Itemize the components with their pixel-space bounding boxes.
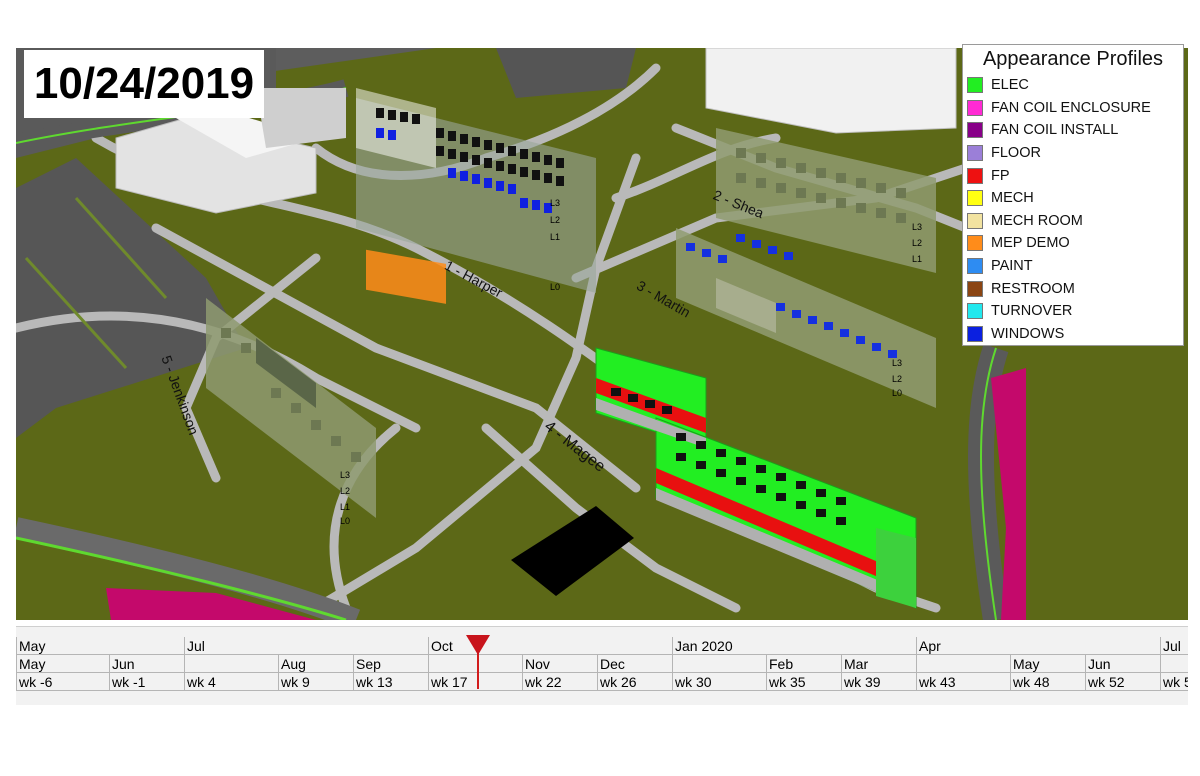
legend-swatch	[967, 280, 983, 297]
legend-label: PAINT	[991, 258, 1033, 275]
jenkinson-floor-label-3: L0	[340, 516, 350, 526]
current-date-marker-handle[interactable]	[466, 635, 490, 655]
current-date-display: 10/24/2019	[24, 50, 264, 118]
legend-label: FAN COIL ENCLOSURE	[991, 99, 1151, 116]
timeline-month-minor: May	[16, 655, 109, 672]
legend-list: ELEC FAN COIL ENCLOSURE FAN COIL INSTALL FL…	[967, 74, 1183, 345]
legend-item: MEP DEMO	[967, 232, 1183, 255]
timeline-week: wk 13	[353, 673, 428, 690]
legend-label: MEP DEMO	[991, 235, 1070, 252]
timeline-months-major-row: May Jul Oct Jan 2020 Apr Jul	[16, 637, 1188, 655]
legend-item: FAN COIL INSTALL	[967, 119, 1183, 142]
timeline-week: wk 4	[184, 673, 278, 690]
timeline-week: wk 30	[672, 673, 766, 690]
harper-floor-label-3: L0	[550, 282, 560, 292]
timeline-month-major: May	[16, 637, 184, 654]
legend-swatch	[967, 122, 983, 139]
martin-floor-label-1: L2	[892, 374, 902, 384]
timeline-months-minor-row: May Jun Aug Sep Nov Dec Feb Mar May Jun	[16, 655, 1188, 673]
harper-floor-label-1: L2	[550, 215, 560, 225]
timeline-month-major: Jan 2020	[672, 637, 916, 654]
timeline-month-major: Jul	[1160, 637, 1188, 654]
timeline-month-minor	[672, 655, 766, 672]
timeline-week: wk 43	[916, 673, 1010, 690]
timeline-weeks-row: wk -6 wk -1 wk 4 wk 9 wk 13 wk 17 wk 22 …	[16, 673, 1188, 691]
timeline-month-minor: Mar	[841, 655, 916, 672]
legend-swatch	[967, 99, 983, 116]
jenkinson-floor-label-2: L1	[340, 502, 350, 512]
timeline-month-minor: Feb	[766, 655, 841, 672]
legend-swatch	[967, 258, 983, 275]
legend-swatch	[967, 167, 983, 184]
schedule-timeline[interactable]: May Jul Oct Jan 2020 Apr Jul May Jun Aug…	[16, 626, 1188, 705]
legend-item: MECH ROOM	[967, 210, 1183, 233]
timeline-week: wk 17	[428, 673, 522, 690]
legend-item: ELEC	[967, 74, 1183, 97]
legend-item: TURNOVER	[967, 300, 1183, 323]
legend-item: RESTROOM	[967, 277, 1183, 300]
harper-floor-label-0: L3	[550, 198, 560, 208]
legend-swatch	[967, 303, 983, 320]
martin-floor-label-0: L3	[892, 358, 902, 368]
timeline-week: wk 35	[766, 673, 841, 690]
legend-item: WINDOWS	[967, 323, 1183, 346]
legend-label: RESTROOM	[991, 280, 1075, 297]
legend-swatch	[967, 77, 983, 94]
legend-label: MECH	[991, 190, 1034, 207]
timeline-month-minor: May	[1010, 655, 1085, 672]
timeline-month-major: Oct	[428, 637, 672, 654]
legend-swatch	[967, 325, 983, 342]
legend-title: Appearance Profiles	[982, 48, 1164, 70]
timeline-week: wk 39	[841, 673, 916, 690]
timeline-month-minor	[428, 655, 522, 672]
timeline-month-minor	[184, 655, 278, 672]
timeline-month-minor: Jun	[109, 655, 184, 672]
timeline-month-minor	[1160, 655, 1188, 672]
timeline-month-minor: Dec	[597, 655, 672, 672]
legend-label: MECH ROOM	[991, 212, 1083, 229]
jenkinson-floor-label-1: L2	[340, 486, 350, 496]
timeline-week: wk 52	[1085, 673, 1160, 690]
legend-label: FAN COIL INSTALL	[991, 122, 1119, 139]
timeline-month-minor: Jun	[1085, 655, 1160, 672]
legend-swatch	[967, 212, 983, 229]
timeline-week: wk 22	[522, 673, 597, 690]
timeline-week: wk 48	[1010, 673, 1085, 690]
legend-label: ELEC	[991, 77, 1029, 94]
timeline-month-minor	[916, 655, 1010, 672]
timeline-month-minor: Aug	[278, 655, 353, 672]
timeline-month-minor: Sep	[353, 655, 428, 672]
timeline-week: wk -1	[109, 673, 184, 690]
harper-floor-label-2: L1	[550, 232, 560, 242]
legend-label: WINDOWS	[991, 325, 1065, 342]
legend-label: FP	[991, 167, 1010, 184]
timeline-month-major: Apr	[916, 637, 1160, 654]
legend-item: FAN COIL ENCLOSURE	[967, 97, 1183, 120]
legend-swatch	[967, 235, 983, 252]
timeline-week: wk 26	[597, 673, 672, 690]
legend-item: PAINT	[967, 255, 1183, 278]
timeline-month-major: Jul	[184, 637, 428, 654]
legend-item: FP	[967, 164, 1183, 187]
legend-label: TURNOVER	[991, 303, 1073, 320]
legend-swatch	[967, 145, 983, 162]
shea-floor-label-0: L3	[912, 222, 922, 232]
martin-floor-label-3: L0	[892, 388, 902, 398]
legend-item: MECH	[967, 187, 1183, 210]
shea-floor-label-2: L1	[912, 254, 922, 264]
timeline-week: wk 9	[278, 673, 353, 690]
appearance-profiles-legend: Appearance Profiles ELEC FAN COIL ENCLOSU…	[962, 44, 1184, 346]
jenkinson-floor-label-0: L3	[340, 470, 350, 480]
timeline-week: wk -6	[16, 673, 109, 690]
legend-label: FLOOR	[991, 145, 1041, 162]
legend-swatch	[967, 190, 983, 207]
timeline-week: wk 5	[1160, 673, 1188, 690]
shea-floor-label-1: L2	[912, 238, 922, 248]
legend-item: FLOOR	[967, 142, 1183, 165]
timeline-month-minor: Nov	[522, 655, 597, 672]
